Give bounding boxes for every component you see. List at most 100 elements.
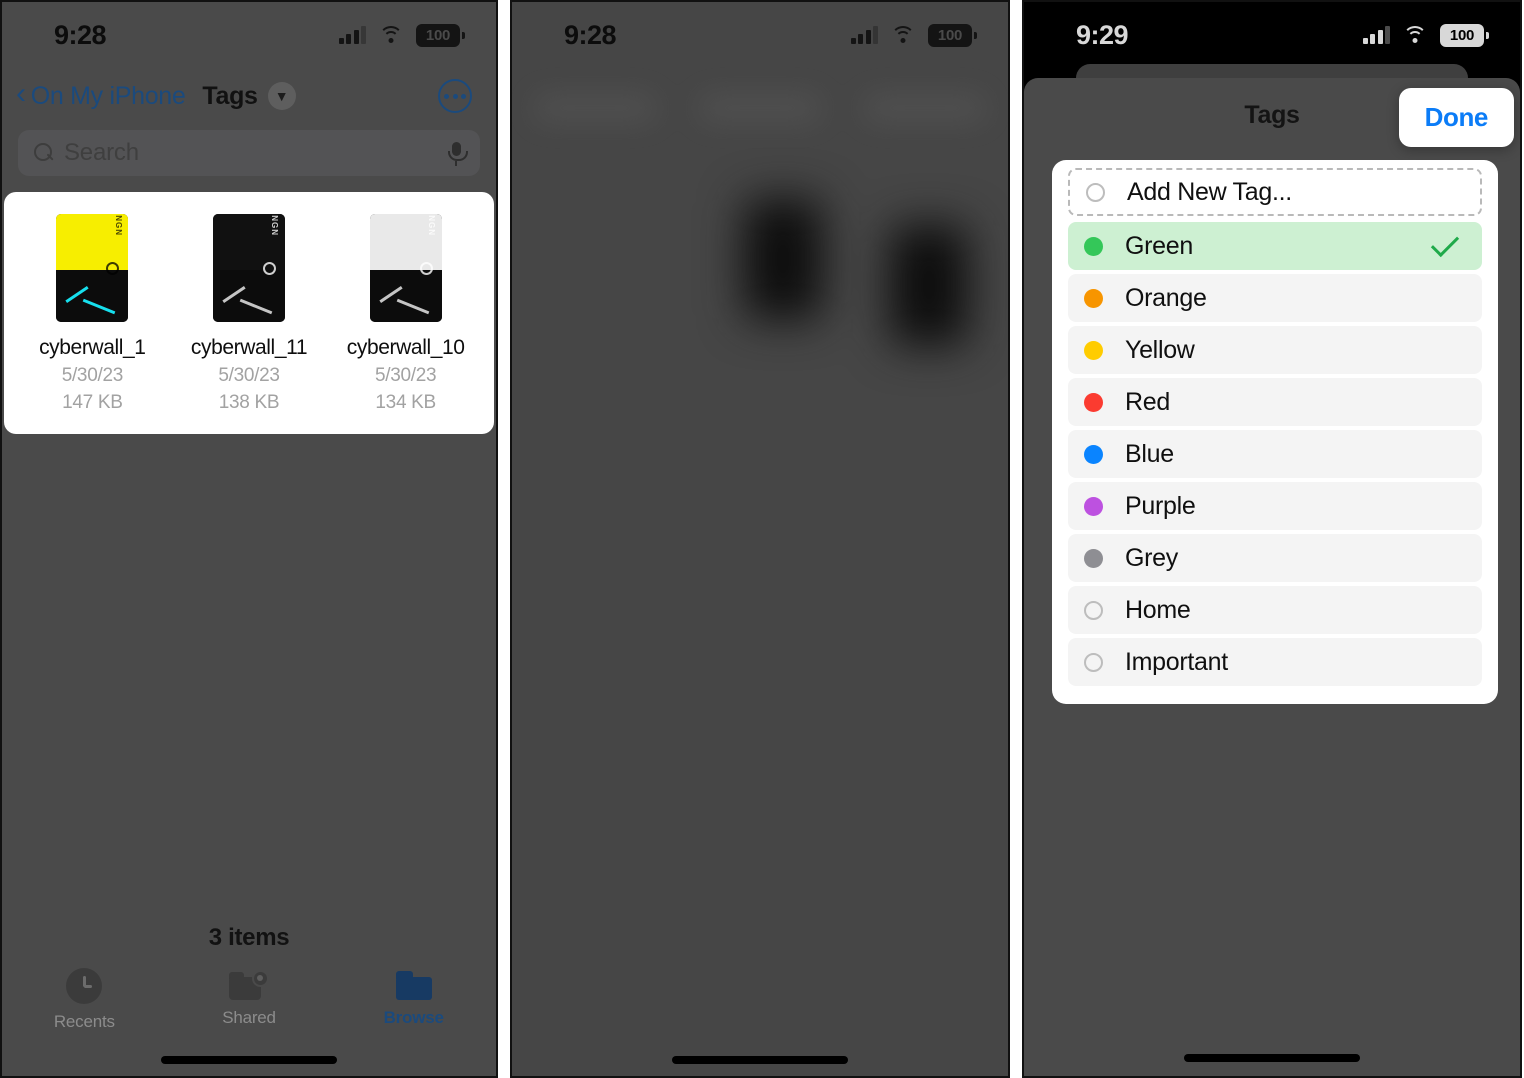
- file-item[interactable]: NGN cyberwall_10 5/30/23 134 KB: [327, 214, 484, 414]
- status-bar-time: 9:29: [1076, 19, 1129, 50]
- microphone-icon[interactable]: [448, 141, 468, 166]
- screenshot-stage: 9:28 100 ‹ On My iPhone Tags ▼ Search NG…: [0, 0, 1524, 1078]
- tag-row-red[interactable]: Red: [1068, 378, 1482, 426]
- cellular-bars-icon: [338, 26, 366, 44]
- tag-row-home[interactable]: Home: [1068, 586, 1482, 634]
- shared-folder-icon: [229, 968, 269, 1000]
- battery-icon: 100: [1440, 23, 1489, 47]
- phone-panel-tags-sheet: 9:29 100 Tags Done Add New Tag... Green: [1022, 0, 1522, 1078]
- blurred-backdrop: [512, 2, 1008, 1076]
- search-icon: [34, 143, 54, 163]
- status-bar-time: 9:28: [564, 19, 617, 50]
- tag-row-blue[interactable]: Blue: [1068, 430, 1482, 478]
- tag-color-dot: [1084, 392, 1103, 412]
- file-date: 5/30/23: [61, 365, 124, 386]
- status-bar-indicators: 100: [338, 23, 465, 47]
- tag-label: Green: [1125, 231, 1193, 260]
- status-bar-indicators: 100: [850, 23, 977, 47]
- cellular-bars-icon: [1362, 26, 1390, 44]
- add-new-tag-row[interactable]: Add New Tag...: [1068, 168, 1482, 216]
- empty-circle-icon: [1084, 652, 1103, 672]
- folder-icon: [394, 968, 434, 1000]
- home-indicator: [161, 1056, 337, 1064]
- file-name: cyberwall_11: [190, 336, 308, 359]
- done-button[interactable]: Done: [1398, 88, 1514, 147]
- tag-color-dot: [1084, 548, 1103, 568]
- tab-browse[interactable]: Browse: [331, 968, 496, 1032]
- clock-icon: [66, 968, 103, 1004]
- home-indicator: [1184, 1054, 1360, 1062]
- empty-circle-icon: [1086, 182, 1105, 202]
- blurred-file-thumbnails: [512, 187, 1008, 347]
- tag-list: Add New Tag... Green Orange Yellow Red B…: [1052, 160, 1498, 704]
- back-button-label: On My iPhone: [30, 81, 186, 110]
- wifi-icon: [1403, 26, 1427, 44]
- file-item[interactable]: NGN cyberwall_11 5/30/23 138 KB: [171, 214, 328, 414]
- wifi-icon: [891, 26, 915, 44]
- status-bar-time: 9:28: [54, 19, 107, 50]
- tag-color-dot: [1084, 288, 1103, 308]
- tag-row-important[interactable]: Important: [1068, 638, 1482, 686]
- tag-label: Important: [1125, 647, 1228, 676]
- battery-icon: 100: [928, 23, 977, 47]
- blurred-nav-row: [512, 86, 1008, 130]
- file-size: 134 KB: [375, 392, 436, 413]
- tag-label: Yellow: [1125, 335, 1195, 364]
- tag-row-green[interactable]: Green: [1068, 222, 1482, 270]
- file-size: 147 KB: [62, 392, 123, 413]
- empty-circle-icon: [1084, 600, 1103, 620]
- tag-color-dot: [1084, 236, 1103, 256]
- status-bar: 9:28 100: [2, 2, 496, 68]
- items-count-label: 3 items: [208, 924, 290, 951]
- tab-label: Recents: [53, 1012, 115, 1031]
- add-new-tag-label: Add New Tag...: [1127, 177, 1292, 206]
- tag-label: Blue: [1125, 439, 1174, 468]
- phone-panel-files-browser: 9:28 100 ‹ On My iPhone Tags ▼ Search NG…: [0, 0, 498, 1078]
- sheet-nav-bar: Tags Done: [1024, 78, 1520, 152]
- status-bar-indicators: 100: [1362, 23, 1489, 47]
- file-item[interactable]: NGN cyberwall_1 5/30/23 147 KB: [14, 214, 171, 414]
- home-indicator: [672, 1056, 848, 1064]
- tag-label: Red: [1125, 387, 1170, 416]
- ellipsis-circle-icon[interactable]: [438, 79, 472, 113]
- tag-row-purple[interactable]: Purple: [1068, 482, 1482, 530]
- file-date: 5/30/23: [375, 365, 437, 386]
- file-thumbnail: NGN: [56, 214, 129, 322]
- tag-label: Purple: [1125, 491, 1196, 520]
- tag-label: Orange: [1125, 283, 1207, 312]
- status-bar: 9:28 100: [512, 2, 1008, 68]
- tag-row-orange[interactable]: Orange: [1068, 274, 1482, 322]
- navigation-bar: ‹ On My iPhone Tags ▼: [2, 68, 496, 124]
- tab-label: Browse: [383, 1008, 444, 1027]
- tab-shared[interactable]: Shared: [167, 968, 332, 1032]
- tag-row-yellow[interactable]: Yellow: [1068, 326, 1482, 374]
- file-date: 5/30/23: [218, 365, 280, 386]
- file-size: 138 KB: [218, 392, 280, 413]
- search-input[interactable]: Search: [18, 130, 480, 176]
- tag-color-dot: [1084, 496, 1103, 516]
- sheet-title: Tags: [1244, 100, 1300, 129]
- chevron-down-icon[interactable]: ▼: [267, 82, 296, 110]
- chevron-left-icon: ‹: [16, 77, 26, 110]
- tag-row-grey[interactable]: Grey: [1068, 534, 1482, 582]
- wifi-icon: [379, 26, 403, 44]
- status-bar: 9:29 100: [1024, 2, 1520, 68]
- checkmark-icon: [1430, 228, 1460, 258]
- file-grid: NGN cyberwall_1 5/30/23 147 KB NGN cyber…: [4, 192, 494, 434]
- tab-label: Shared: [222, 1008, 276, 1027]
- tag-label: Grey: [1125, 543, 1178, 572]
- file-name: cyberwall_10: [346, 336, 465, 359]
- file-thumbnail: NGN: [213, 214, 285, 322]
- tab-recents[interactable]: Recents: [2, 968, 167, 1032]
- file-thumbnail: NGN: [369, 214, 442, 322]
- tab-bar: Recents Shared Browse: [2, 968, 496, 1032]
- cellular-bars-icon: [850, 26, 878, 44]
- tag-color-dot: [1084, 444, 1103, 464]
- phone-panel-context-menu: 9:28 100 NGN Get Info Rename: [510, 0, 1010, 1078]
- battery-icon: 100: [416, 23, 465, 47]
- back-button[interactable]: ‹ On My iPhone: [16, 77, 186, 111]
- file-name: cyberwall_1: [39, 336, 146, 359]
- page-title: Tags: [202, 81, 258, 110]
- tag-color-dot: [1084, 340, 1103, 360]
- search-placeholder: Search: [64, 139, 139, 166]
